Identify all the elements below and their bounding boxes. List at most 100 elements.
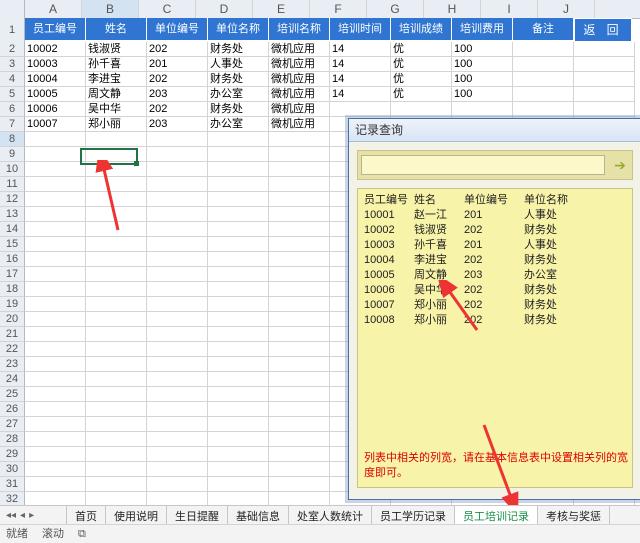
cell[interactable]: 钱淑贤 xyxy=(86,42,147,57)
cell[interactable] xyxy=(147,492,208,506)
cell[interactable]: 优 xyxy=(391,57,452,72)
cell[interactable] xyxy=(513,87,574,102)
cell[interactable] xyxy=(25,327,86,342)
cell[interactable] xyxy=(86,162,147,177)
cell[interactable] xyxy=(147,297,208,312)
cell[interactable] xyxy=(86,342,147,357)
cell[interactable]: 203 xyxy=(147,87,208,102)
row-number[interactable]: 32 xyxy=(0,492,25,506)
col-header-A[interactable]: A xyxy=(25,0,82,18)
cell[interactable] xyxy=(86,327,147,342)
cell[interactable]: 优 xyxy=(391,42,452,57)
cell[interactable]: 201 xyxy=(147,57,208,72)
cell[interactable] xyxy=(269,132,330,147)
row-number[interactable]: 20 xyxy=(0,312,25,327)
row-number[interactable]: 31 xyxy=(0,477,25,492)
row-number[interactable]: 17 xyxy=(0,267,25,282)
col-header-F[interactable]: F xyxy=(310,0,367,18)
sheet-tab[interactable]: 首页 xyxy=(66,505,106,526)
tab-first-icon[interactable]: ◂◂ xyxy=(6,510,16,521)
cell[interactable] xyxy=(269,282,330,297)
cell[interactable] xyxy=(86,462,147,477)
cell[interactable] xyxy=(269,297,330,312)
search-go-icon[interactable]: ➔ xyxy=(608,157,632,174)
cell[interactable]: 10007 xyxy=(25,117,86,132)
cell[interactable] xyxy=(86,237,147,252)
cell[interactable] xyxy=(513,72,574,87)
cell[interactable] xyxy=(208,207,269,222)
row-number[interactable]: 24 xyxy=(0,372,25,387)
cell[interactable] xyxy=(513,102,574,117)
cell[interactable] xyxy=(147,207,208,222)
row-number[interactable]: 11 xyxy=(0,177,25,192)
cell[interactable]: 10005 xyxy=(25,87,86,102)
cell[interactable] xyxy=(25,267,86,282)
row-number[interactable]: 4 xyxy=(0,72,25,87)
cell[interactable] xyxy=(86,417,147,432)
cell[interactable] xyxy=(25,462,86,477)
cell[interactable]: 14 xyxy=(330,72,391,87)
cell[interactable] xyxy=(269,312,330,327)
cell[interactable]: 微机应用 xyxy=(269,102,330,117)
cell[interactable]: 郑小丽 xyxy=(86,117,147,132)
cell[interactable] xyxy=(86,147,147,162)
row-number[interactable]: 23 xyxy=(0,357,25,372)
cell[interactable] xyxy=(147,387,208,402)
cell[interactable] xyxy=(86,312,147,327)
cell[interactable] xyxy=(25,207,86,222)
cell[interactable] xyxy=(86,177,147,192)
cell[interactable] xyxy=(25,222,86,237)
cell[interactable] xyxy=(25,477,86,492)
row-number[interactable]: 27 xyxy=(0,417,25,432)
cell[interactable] xyxy=(86,387,147,402)
cell[interactable]: 微机应用 xyxy=(269,72,330,87)
cell[interactable] xyxy=(269,477,330,492)
dialog-row[interactable]: 10007郑小丽202财务处 xyxy=(364,298,626,313)
row-number[interactable]: 10 xyxy=(0,162,25,177)
cell[interactable] xyxy=(25,372,86,387)
col-header-E[interactable]: E xyxy=(253,0,310,18)
cell[interactable] xyxy=(269,372,330,387)
cell[interactable] xyxy=(25,252,86,267)
cell[interactable] xyxy=(208,477,269,492)
cell[interactable] xyxy=(574,57,635,72)
cell[interactable] xyxy=(269,402,330,417)
cell[interactable] xyxy=(269,342,330,357)
cell[interactable]: 微机应用 xyxy=(269,42,330,57)
cell[interactable]: 100 xyxy=(452,57,513,72)
cell[interactable] xyxy=(147,342,208,357)
row-number[interactable]: 14 xyxy=(0,222,25,237)
cell[interactable] xyxy=(147,417,208,432)
cell[interactable]: 周文静 xyxy=(86,87,147,102)
cell[interactable]: 优 xyxy=(391,72,452,87)
cell[interactable]: 李进宝 xyxy=(86,72,147,87)
cell[interactable] xyxy=(25,402,86,417)
cell[interactable] xyxy=(208,282,269,297)
cell[interactable] xyxy=(25,162,86,177)
dialog-row[interactable]: 10003孙千喜201人事处 xyxy=(364,238,626,253)
cell[interactable] xyxy=(208,222,269,237)
cell[interactable] xyxy=(25,432,86,447)
cell[interactable] xyxy=(25,312,86,327)
cell[interactable]: 财务处 xyxy=(208,72,269,87)
cell[interactable] xyxy=(86,282,147,297)
cell[interactable] xyxy=(269,462,330,477)
cell[interactable] xyxy=(25,387,86,402)
cell[interactable] xyxy=(513,57,574,72)
cell[interactable]: 202 xyxy=(147,102,208,117)
cell[interactable] xyxy=(269,267,330,282)
cell[interactable] xyxy=(147,132,208,147)
cell[interactable] xyxy=(269,147,330,162)
cell[interactable] xyxy=(208,312,269,327)
row-number[interactable]: 26 xyxy=(0,402,25,417)
table-row[interactable]: 210002钱淑贤202财务处微机应用14优100 xyxy=(0,42,640,57)
cell[interactable] xyxy=(269,207,330,222)
tab-scroll-arrows[interactable]: ◂◂ ◂ ▸ xyxy=(0,510,66,521)
cell[interactable] xyxy=(147,252,208,267)
sheet-tab[interactable]: 基础信息 xyxy=(227,505,289,526)
cell[interactable] xyxy=(147,147,208,162)
record-query-dialog[interactable]: 记录查询 ➔ 员工编号姓名单位编号单位名称 10001赵一江201人事处1000… xyxy=(348,118,640,500)
cell[interactable] xyxy=(147,327,208,342)
cell[interactable] xyxy=(147,237,208,252)
cell[interactable]: 10006 xyxy=(25,102,86,117)
